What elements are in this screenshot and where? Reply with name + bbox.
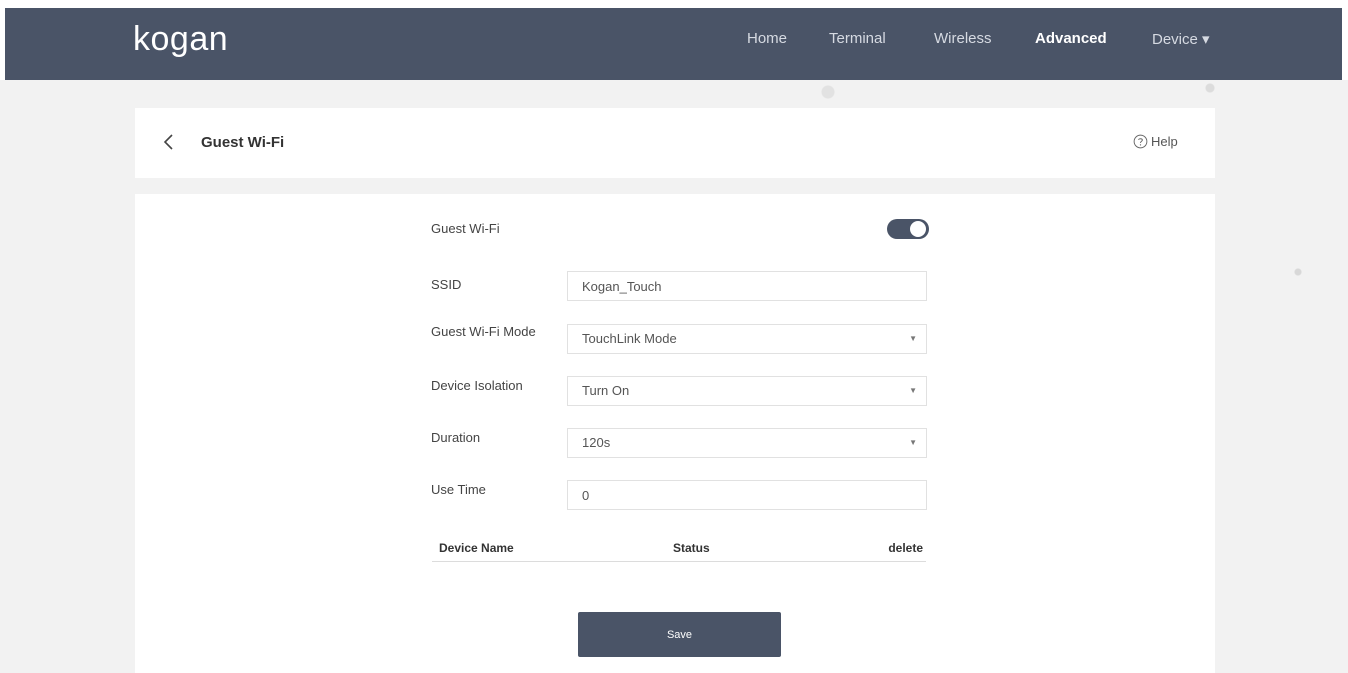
guest-wifi-mode-label: Guest Wi-Fi Mode [431,324,536,339]
caret-down-icon: ▼ [909,334,917,343]
help-circle-icon [1133,134,1148,149]
nav-advanced[interactable]: Advanced [1035,30,1107,47]
column-device-name: Device Name [439,541,514,555]
help-label: Help [1151,134,1178,149]
device-isolation-value: Turn On [582,383,630,398]
page-title: Guest Wi-Fi [201,134,285,151]
toggle-knob [910,221,926,237]
save-button[interactable]: Save [578,612,781,657]
guest-wifi-toggle[interactable] [887,219,929,239]
ssid-label: SSID [431,277,462,292]
nav-terminal[interactable]: Terminal [829,30,886,47]
use-time-label: Use Time [431,482,486,497]
page-header: Guest Wi-Fi Help [135,108,1215,178]
guest-wifi-settings-card: Guest Wi-Fi SSID Guest Wi-Fi Mode TouchL… [135,194,1215,673]
column-delete: delete [888,541,923,555]
duration-value: 120s [582,435,611,450]
nav-home[interactable]: Home [747,30,787,47]
chevron-left-icon[interactable] [161,132,177,152]
page: kogan Home Terminal Wireless Advanced De… [0,0,1348,673]
caret-down-icon: ▼ [909,386,917,395]
top-border [0,0,1348,8]
main-nav: Home Terminal Wireless Advanced Device ▾ [0,30,1348,52]
nav-device-dropdown[interactable]: Device ▾ [1152,30,1210,48]
ssid-input[interactable] [567,271,927,301]
device-table-header: Device Name Status delete [432,539,926,562]
guest-wifi-mode-select[interactable]: TouchLink Mode ▼ [567,324,927,354]
guest-wifi-label: Guest Wi-Fi [431,221,500,236]
device-isolation-label: Device Isolation [431,378,523,393]
help-link[interactable]: Help [1133,134,1178,149]
nav-wireless[interactable]: Wireless [934,30,992,47]
guest-wifi-mode-value: TouchLink Mode [582,331,677,346]
column-status: Status [673,541,710,555]
caret-down-icon: ▼ [909,438,917,447]
device-isolation-select[interactable]: Turn On ▼ [567,376,927,406]
duration-select[interactable]: 120s ▼ [567,428,927,458]
use-time-input[interactable] [567,480,927,510]
guest-wifi-form: Guest Wi-Fi SSID Guest Wi-Fi Mode TouchL… [135,194,1215,673]
duration-label: Duration [431,430,481,445]
top-navbar: kogan Home Terminal Wireless Advanced De… [0,0,1348,80]
